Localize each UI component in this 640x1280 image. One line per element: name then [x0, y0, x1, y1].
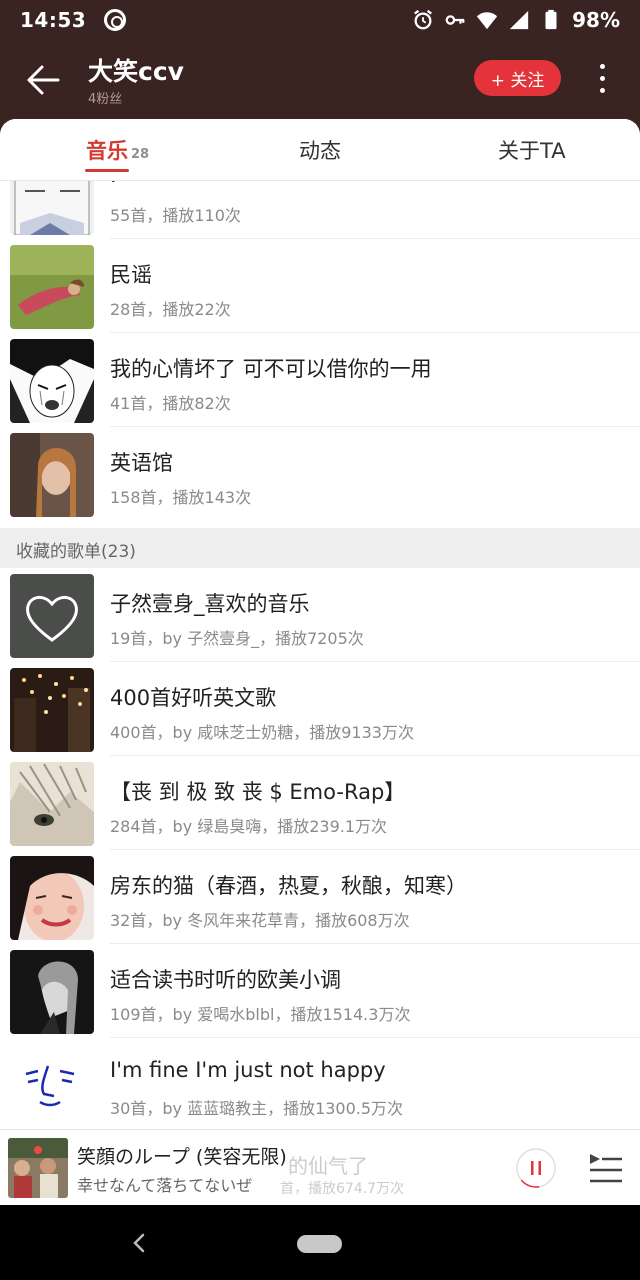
playlist-cover [10, 856, 94, 940]
battery-icon [545, 9, 557, 30]
playlist-meta: 41首，播放82次 [110, 394, 231, 413]
playlist-meta: 55首，播放110次 [110, 206, 241, 225]
playlist-name: 400首好听英文歌 [110, 686, 277, 710]
playlist-meta: 400首，by 咸味芝士奶糖，播放9133万次 [110, 723, 414, 742]
profile-tabs: 音乐 28 动态 关于TA [0, 119, 640, 181]
obscured-playlist-meta: 首，播放674.7万次 [280, 1181, 405, 1197]
playlist-name: 英语馆 [110, 451, 173, 475]
playlist-name: 【丧 到 极 致 丧 $ Emo-Rap】 [110, 780, 406, 804]
tab-activity[interactable]: 动态 [299, 135, 341, 165]
playlist-name: 房东的猫（春酒，热夏，秋酿，知寒） [110, 874, 467, 898]
nav-back-icon[interactable] [128, 1231, 150, 1255]
playlist-meta: 109首，by 爱喝水blbl，播放1514.3万次 [110, 1005, 411, 1024]
playlist-queue-icon[interactable] [588, 1152, 624, 1184]
signal-icon [509, 10, 529, 30]
playlist-row[interactable]: I'm fine I'm just not happy 30首，by 蓝蓝璐教主… [0, 1038, 640, 1132]
content-sheet: 音乐28 动态 关于TA . 55首，播放110次 民谣 28首，播放22次 [0, 119, 640, 1205]
status-bar: 14:53 98% [0, 0, 640, 40]
playlist-meta: 158首，播放143次 [110, 488, 252, 507]
alarm-icon [414, 9, 433, 30]
playlist-cover [10, 339, 94, 423]
playlist-meta: 284首，by 绿島臭嗨，播放239.1万次 [110, 817, 388, 836]
back-arrow-icon[interactable] [24, 60, 64, 100]
battery-percent: 98% [572, 8, 620, 32]
follow-button-label: + 关注 [490, 70, 545, 91]
profile-header: 大笑ccv 4粉丝 + 关注 [0, 40, 640, 120]
playlist-name: I'm fine I'm just not happy [110, 1058, 386, 1082]
active-tab-indicator [85, 169, 129, 172]
playlist-cover [10, 245, 94, 329]
system-navigation-bar [0, 1205, 640, 1280]
mini-player[interactable]: 的仙气了 首，播放674.7万次 笑顔のループ (笑容无限) 幸せなんて落ちてな… [0, 1129, 640, 1205]
playlist-row[interactable]: 房东的猫（春酒，热夏，秋酿，知寒） 32首，by 冬风年来花草青，播放608万次 [0, 850, 640, 944]
playlist-row[interactable]: 400首好听英文歌 400首，by 咸味芝士奶糖，播放9133万次 [0, 662, 640, 756]
now-playing-cover [8, 1138, 68, 1198]
playlist-row[interactable]: 英语馆 158首，播放143次 [0, 427, 640, 521]
obscured-playlist-name: 的仙气了 [288, 1154, 368, 1178]
tab-music-label: 音乐 [86, 139, 128, 163]
collected-section-header: 收藏的歌单(23) [0, 528, 640, 568]
now-playing-title: 笑顔のループ (笑容无限) [77, 1146, 287, 1168]
tab-music[interactable]: 音乐 28 [86, 135, 149, 165]
nav-home-pill[interactable] [297, 1235, 342, 1253]
playlist-meta: 30首，by 蓝蓝璐教主，播放1300.5万次 [110, 1099, 404, 1118]
playlist-meta: 32首，by 冬风年来花草青，播放608万次 [110, 911, 410, 930]
playlist-row[interactable]: 子然壹身_喜欢的音乐 19首，by 子然壹身_，播放7205次 [0, 568, 640, 662]
follower-count: 4粉丝 [88, 92, 123, 107]
status-time: 14:53 [20, 8, 87, 32]
playlist-cover [10, 762, 94, 846]
now-playing-lyric: 幸せなんて落ちてないぜ [77, 1176, 253, 1195]
playlist-name: 子然壹身_喜欢的音乐 [110, 592, 310, 616]
vpn-key-icon [445, 15, 465, 25]
playlist-meta: 19首，by 子然壹身_，播放7205次 [110, 629, 364, 648]
playlist-cover [10, 950, 94, 1034]
tab-music-count: 28 [131, 147, 150, 162]
playlist-cover [10, 433, 94, 517]
playlist-row[interactable]: 适合读书时听的欧美小调 109首，by 爱喝水blbl，播放1514.3万次 [0, 944, 640, 1038]
netease-music-icon [104, 9, 127, 31]
playlist-row[interactable]: 民谣 28首，播放22次 [0, 239, 640, 333]
playlist-cover [10, 574, 94, 658]
playlist-name: 民谣 [110, 263, 152, 287]
tab-about[interactable]: 关于TA [498, 135, 566, 165]
playlist-cover [10, 668, 94, 752]
playlist-row[interactable]: 【丧 到 极 致 丧 $ Emo-Rap】 284首，by 绿島臭嗨，播放239… [0, 756, 640, 850]
playlist-row[interactable]: 我的心情坏了 可不可以借你的一用 41首，播放82次 [0, 333, 640, 427]
user-name: 大笑ccv [88, 57, 184, 86]
pause-icon[interactable] [515, 1147, 557, 1189]
playlist-name: 我的心情坏了 可不可以借你的一用 [110, 357, 432, 381]
follow-button[interactable]: + 关注 [474, 60, 561, 96]
wifi-icon [477, 12, 498, 30]
playlist-cover [10, 1044, 94, 1128]
playlist-meta: 28首，播放22次 [110, 300, 231, 319]
more-options-icon[interactable] [592, 58, 612, 98]
playlist-name: 适合读书时听的欧美小调 [110, 968, 341, 992]
